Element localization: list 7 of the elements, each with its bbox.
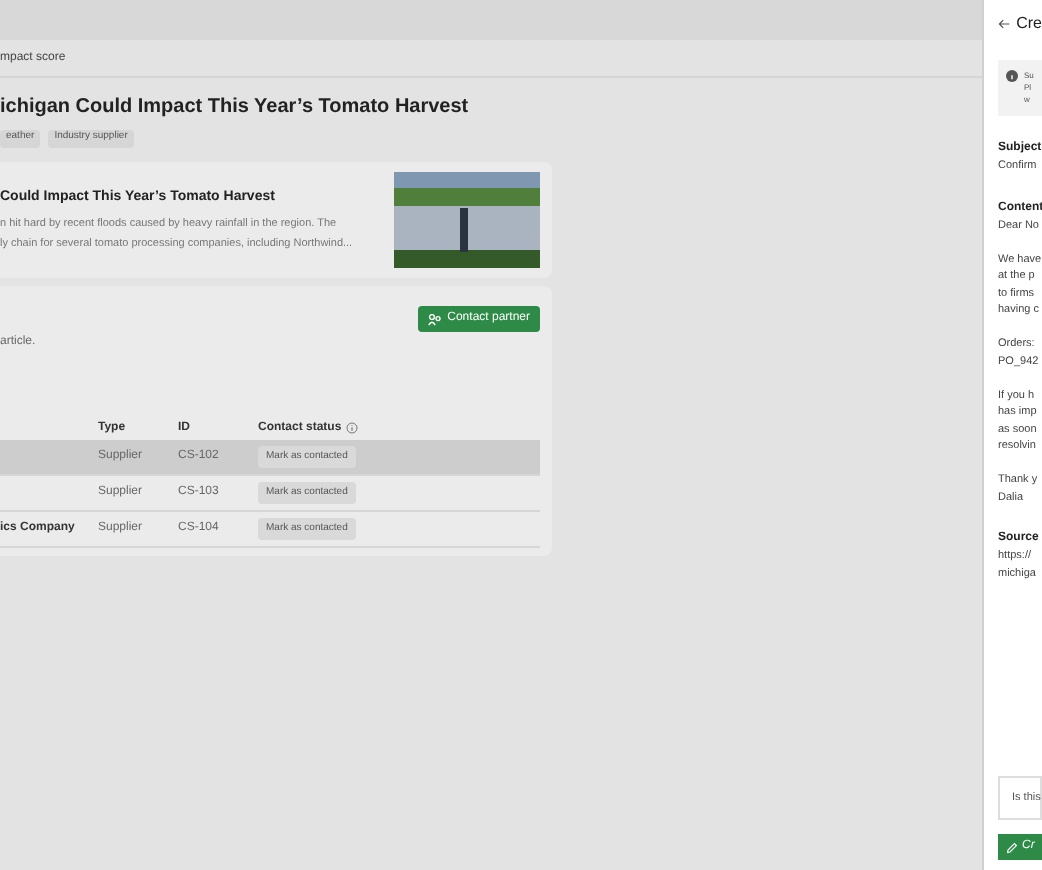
page-title: ichigan Could Impact This Year’s Tomato Harvest	[0, 94, 469, 122]
info-icon	[1006, 70, 1018, 82]
people-icon	[427, 313, 442, 325]
back-arrow-icon[interactable]	[998, 18, 1011, 30]
info-icon[interactable]	[345, 422, 358, 434]
pencil-icon	[1006, 841, 1018, 853]
panel-title: Cre	[1016, 12, 1042, 36]
